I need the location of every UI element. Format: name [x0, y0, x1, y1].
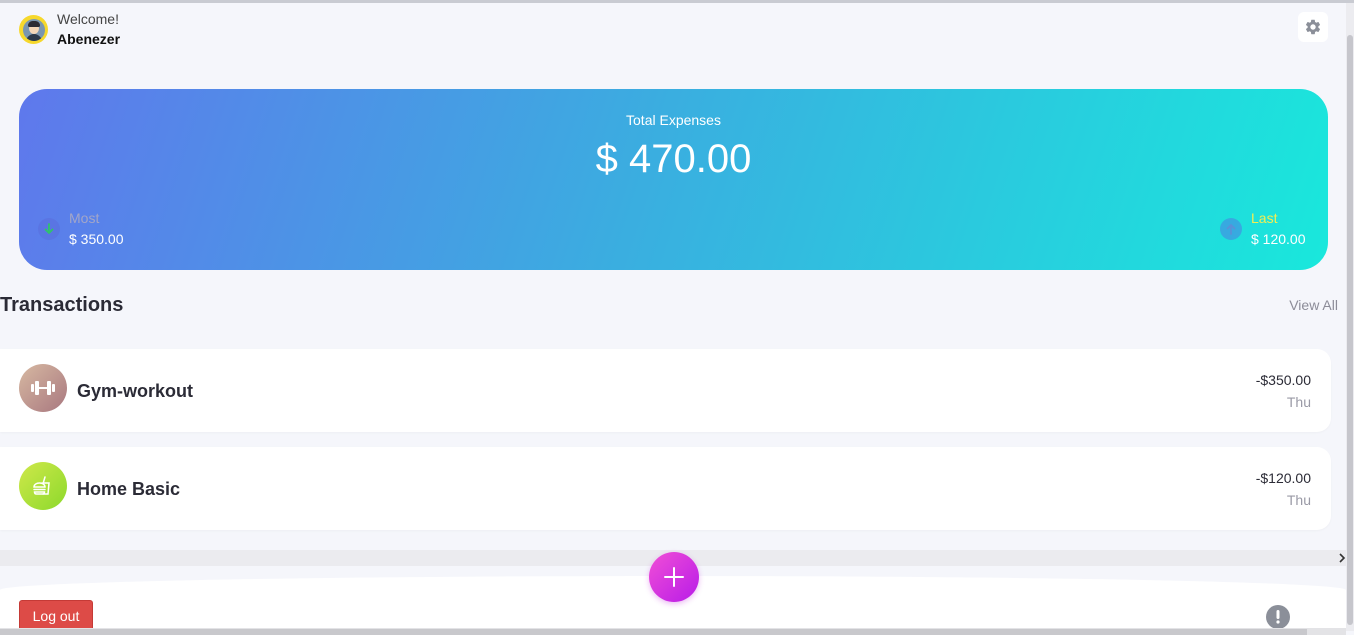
settings-button[interactable] — [1298, 12, 1328, 42]
last-expense-stat: Last $ 120.00 — [1220, 210, 1306, 247]
vertical-scrollbar-thumb[interactable] — [1347, 35, 1353, 625]
dumbbell-icon — [19, 364, 67, 412]
bottom-scrollbar-thumb[interactable] — [0, 629, 1307, 635]
arrow-down-icon — [38, 217, 60, 240]
most-label: Most — [69, 210, 100, 226]
transaction-item[interactable]: Gym-workout -$350.00 Thu — [0, 349, 1331, 432]
transaction-name: Gym-workout — [77, 381, 194, 401]
avatar[interactable] — [19, 15, 48, 44]
most-expense-stat: Most $ 350.00 — [38, 210, 124, 247]
last-value: $ 120.00 — [1251, 231, 1306, 247]
welcome-block: Welcome! Abenezer — [57, 12, 120, 46]
transaction-day: Thu — [1286, 492, 1311, 508]
plus-icon — [664, 567, 684, 587]
info-button[interactable] — [1266, 605, 1290, 629]
transaction-amount: -$350.00 — [1255, 372, 1311, 388]
transaction-day: Thu — [1286, 394, 1311, 410]
transaction-name: Home Basic — [77, 479, 181, 499]
total-expenses-title: Total Expenses — [626, 112, 721, 128]
transaction-item[interactable]: Home Basic -$120.00 Thu — [0, 447, 1331, 530]
bottom-scrollbar[interactable] — [0, 628, 1346, 635]
transactions-title: Transactions — [0, 294, 124, 316]
welcome-label: Welcome! — [57, 11, 119, 27]
arrow-up-icon — [1220, 217, 1242, 240]
last-label: Last — [1251, 210, 1278, 226]
chevron-right-icon[interactable] — [1336, 551, 1348, 565]
add-transaction-button[interactable] — [649, 552, 699, 602]
header: Welcome! Abenezer — [19, 12, 120, 46]
view-all-link[interactable]: View All — [1289, 297, 1338, 313]
gear-icon — [1305, 19, 1321, 35]
most-value: $ 350.00 — [69, 231, 124, 247]
vertical-scrollbar[interactable] — [1346, 3, 1354, 631]
user-avatar-icon — [22, 18, 45, 41]
total-expenses-amount: $ 470.00 — [595, 137, 752, 181]
total-expenses-card: Total Expenses $ 470.00 Most $ 350.00 La… — [19, 89, 1328, 270]
window-top-border — [0, 0, 1354, 3]
user-name: Abenezer — [57, 31, 121, 47]
food-icon — [19, 462, 67, 510]
transaction-amount: -$120.00 — [1255, 470, 1311, 486]
exclamation-icon — [1276, 610, 1280, 624]
